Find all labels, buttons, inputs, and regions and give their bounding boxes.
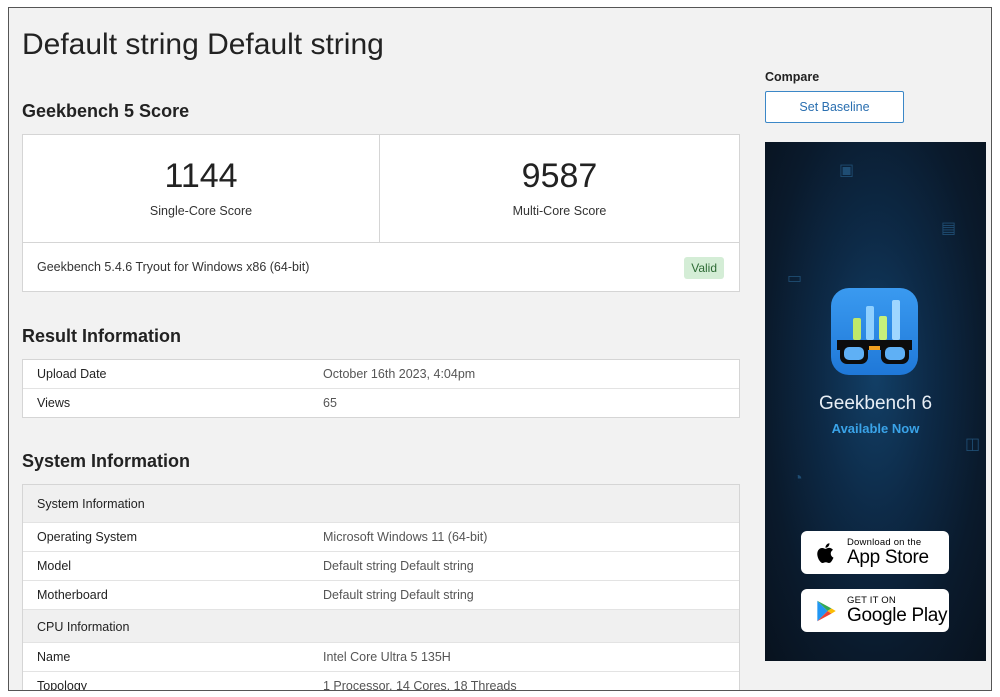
table-row: Name Intel Core Ultra 5 135H — [23, 643, 739, 672]
multi-core-score: 9587 — [521, 157, 598, 195]
page-title: Default string Default string — [22, 28, 384, 61]
valid-badge: Valid — [684, 257, 724, 279]
single-core-label: Single-Core Score — [149, 204, 253, 218]
google-play-icon — [817, 600, 836, 622]
app-store-big: App Store — [847, 547, 929, 568]
google-play-big: Google Play — [847, 605, 948, 626]
score-footer: Geekbench 5.4.6 Tryout for Windows x86 (… — [23, 242, 739, 291]
row-value: October 16th 2023, 4:04pm — [323, 367, 476, 381]
multi-core-cell: 9587 Multi-Core Score — [380, 135, 739, 242]
row-value: Default string Default string — [323, 588, 474, 602]
table-row: Topology 1 Processor, 14 Cores, 18 Threa… — [23, 672, 739, 691]
gauge-icon: ◔ — [793, 470, 803, 487]
ad-subtitle: Available Now — [831, 421, 920, 436]
row-key: Topology — [37, 679, 88, 691]
section-header-label: CPU Information — [37, 620, 130, 634]
chip-icon: ▤ — [941, 220, 957, 237]
table-row: Operating System Microsoft Windows 11 (6… — [23, 523, 739, 552]
system-heading: System Information — [22, 451, 191, 471]
app-store-button[interactable]: Download on the App Store — [801, 531, 949, 574]
chip-icon: ▣ — [839, 162, 855, 179]
google-play-button[interactable]: GET IT ON Google Play — [801, 589, 949, 632]
system-table: System Information Operating System Micr… — [22, 484, 740, 691]
row-key: Views — [37, 396, 71, 410]
row-value: Microsoft Windows 11 (64-bit) — [323, 530, 488, 544]
geekbench-app-icon — [831, 288, 918, 375]
table-row: Motherboard Default string Default strin… — [23, 581, 739, 610]
row-key: Name — [37, 650, 71, 664]
ad-title: Geekbench 6 — [818, 393, 933, 414]
score-card: 1144 Single-Core Score 9587 Multi-Core S… — [22, 134, 740, 292]
apple-icon — [817, 543, 834, 563]
section-header-system: System Information — [23, 485, 739, 523]
table-row: Model Default string Default string — [23, 552, 739, 581]
table-row: Views 65 — [23, 389, 739, 418]
row-value: Default string Default string — [323, 559, 474, 573]
set-baseline-button[interactable]: Set Baseline — [765, 91, 904, 123]
row-value: 65 — [323, 396, 337, 410]
single-core-score: 1144 — [164, 157, 238, 195]
browser-content-frame: Default string Default string Geekbench … — [8, 7, 992, 691]
row-key: Motherboard — [37, 588, 108, 602]
version-text: Geekbench 5.4.6 Tryout for Windows x86 (… — [37, 260, 310, 274]
geekbench6-ad-banner[interactable]: ▣ ▤ ▭ ◫ ◔ Geekbench 6 Available Now Down… — [765, 142, 986, 661]
row-key: Model — [37, 559, 72, 573]
row-key: Upload Date — [37, 367, 107, 381]
result-heading: Result Information — [22, 326, 182, 346]
compare-label: Compare — [765, 70, 820, 84]
result-table: Upload Date October 16th 2023, 4:04pm Vi… — [22, 359, 740, 418]
row-value: 1 Processor, 14 Cores, 18 Threads — [323, 679, 517, 691]
multi-core-label: Multi-Core Score — [512, 204, 607, 218]
table-row: Upload Date October 16th 2023, 4:04pm — [23, 360, 739, 389]
single-core-cell: 1144 Single-Core Score — [23, 135, 380, 242]
device-icon: ▭ — [787, 270, 803, 287]
row-key: Operating System — [37, 530, 138, 544]
score-heading: Geekbench 5 Score — [22, 101, 190, 121]
device-icon: ◫ — [965, 436, 981, 453]
row-value: Intel Core Ultra 5 135H — [323, 650, 451, 664]
section-header-label: System Information — [37, 497, 145, 511]
section-header-cpu: CPU Information — [23, 610, 739, 643]
